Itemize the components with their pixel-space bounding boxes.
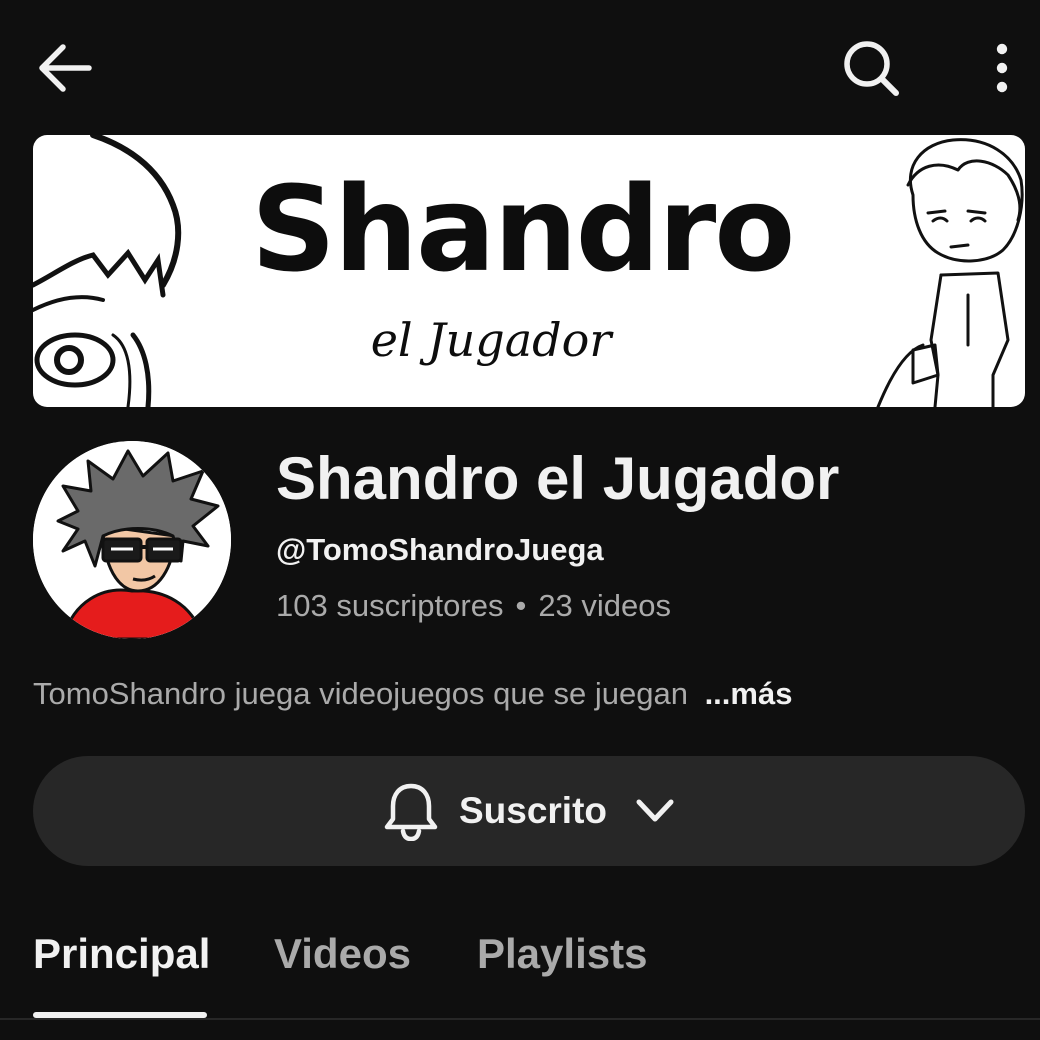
stats-separator: •	[515, 588, 527, 623]
subscribed-label: Suscrito	[458, 790, 608, 831]
video-count: 23 videos	[538, 588, 672, 623]
chevron-down-icon	[636, 799, 674, 822]
search-button[interactable]	[836, 36, 906, 100]
channel-handle: @TomoShandroJuega	[276, 532, 604, 567]
back-button[interactable]	[30, 38, 100, 98]
description-text: TomoShandro juega videojuegos que se jue…	[33, 676, 688, 711]
banner-title: Shandro	[251, 160, 795, 298]
arrow-left-icon	[39, 44, 92, 92]
channel-page: Shandro el Jugador Shandro el Jugador @T…	[0, 0, 1040, 1040]
channel-name: Shandro el Jugador	[276, 445, 840, 512]
more-options-button[interactable]	[976, 36, 1028, 100]
bell-icon	[384, 783, 438, 841]
top-app-bar	[0, 0, 1040, 135]
tab-videos[interactable]: Videos	[274, 930, 411, 978]
banner-subtitle: el Jugador	[370, 313, 612, 367]
more-link[interactable]: ...más	[705, 676, 793, 711]
avatar[interactable]	[33, 441, 231, 639]
more-vertical-icon	[996, 43, 1008, 93]
channel-banner: Shandro el Jugador	[33, 135, 1025, 407]
subscriber-count: 103 suscriptores	[276, 588, 504, 623]
tab-playlists[interactable]: Playlists	[477, 930, 647, 978]
search-icon	[844, 41, 899, 96]
channel-stats: 103 suscriptores • 23 videos	[276, 588, 671, 624]
channel-tabs: Principal Videos Playlists	[0, 920, 1040, 1040]
channel-description[interactable]: TomoShandro juega videojuegos que se jue…	[33, 676, 792, 712]
tab-principal[interactable]: Principal	[33, 930, 210, 978]
tabs-divider	[0, 1018, 1040, 1020]
avatar-art	[33, 441, 231, 639]
subscribed-button[interactable]: Suscrito	[33, 756, 1025, 866]
